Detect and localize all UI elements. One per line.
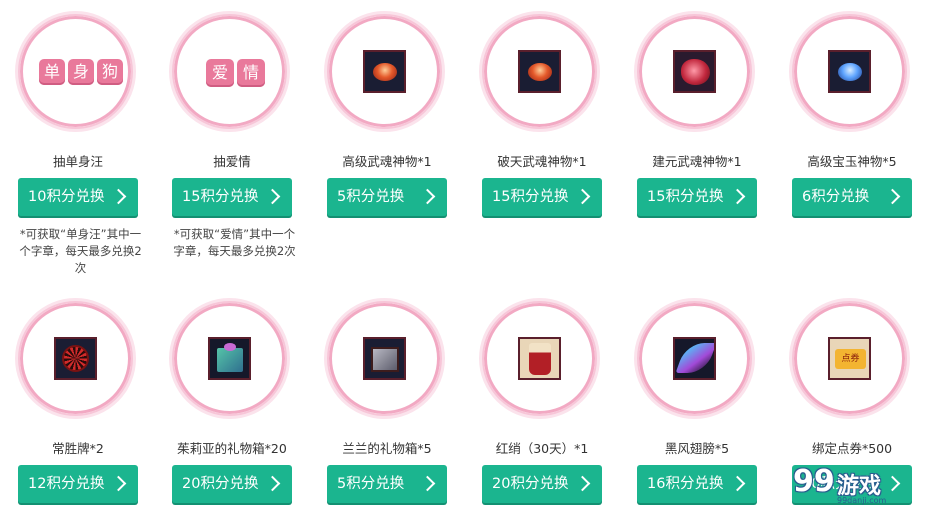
exchange-label: 20积分兑换 [492, 476, 569, 492]
exchange-button[interactable]: 10积分兑换 [18, 178, 138, 216]
chevron-right-icon [574, 475, 591, 492]
character-tiles: 爱 情 [206, 59, 265, 87]
chevron-right-icon [110, 475, 127, 492]
reward-note: *可获取“单身汪”其中一个字章，每天最多兑换2次 [19, 227, 142, 275]
exchange-label: 15积分兑换 [647, 189, 724, 205]
chevron-right-icon [884, 188, 901, 205]
coupon-icon: 点券 [828, 337, 871, 380]
exchange-button[interactable]: 12积分兑换 [18, 465, 138, 503]
rose-icon [673, 50, 716, 93]
exchange-button[interactable]: 15积分兑换 [637, 178, 757, 216]
reward-image-frame: 单 身 狗 [18, 14, 133, 129]
exchange-button[interactable]: 10积分兑换 [792, 465, 912, 503]
reward-image-frame [172, 301, 287, 416]
exchange-button[interactable]: 20积分兑换 [482, 465, 602, 503]
exchange-label: 20积分兑换 [182, 476, 259, 492]
reward-name: 高级武魂神物*1 [342, 154, 432, 169]
exchange-label: 5积分兑换 [337, 476, 405, 492]
reward-image-frame [327, 301, 442, 416]
exchange-button[interactable]: 15积分兑换 [172, 178, 292, 216]
char-tile: 狗 [97, 59, 123, 85]
reward-image-frame [482, 14, 597, 129]
reward-note: *可获取“爱情”其中一个字章，每天最多兑换2次 [173, 227, 296, 258]
reward-name: 高级宝玉神物*5 [807, 154, 897, 169]
coupon-label: 点券 [835, 349, 866, 369]
reward-image-frame [792, 14, 907, 129]
blue-disc-icon [828, 50, 871, 93]
chevron-right-icon [729, 475, 746, 492]
gift-box-icon [208, 337, 251, 380]
reward-image-frame [482, 301, 597, 416]
fire-disc-icon [518, 50, 561, 93]
reward-name: 破天武魂神物*1 [497, 154, 587, 169]
char-tile: 情 [237, 59, 265, 87]
chevron-right-icon [264, 475, 281, 492]
exchange-label: 5积分兑换 [337, 189, 405, 205]
exchange-label: 10积分兑换 [28, 189, 105, 205]
reward-grid: 单 身 狗 抽单身汪 10积分兑换 *可获取“单身汪”其中一个字章，每天最多兑换… [0, 0, 931, 523]
chevron-right-icon [419, 475, 436, 492]
char-tile: 爱 [206, 59, 234, 87]
exchange-label: 12积分兑换 [28, 476, 105, 492]
char-tile: 身 [68, 59, 94, 85]
wheel-icon [54, 337, 97, 380]
reward-name: 建元武魂神物*1 [652, 154, 742, 169]
reward-name: 绑定点券*500 [811, 441, 893, 456]
reward-name: 红绡（30天）*1 [495, 441, 589, 456]
reward-image-frame [327, 14, 442, 129]
chevron-right-icon [884, 475, 901, 492]
exchange-button[interactable]: 6积分兑换 [792, 178, 912, 216]
chevron-right-icon [264, 188, 281, 205]
chevron-right-icon [729, 188, 746, 205]
exchange-button[interactable]: 5积分兑换 [327, 178, 447, 216]
reward-image-frame [18, 301, 133, 416]
reward-name: 抽单身汪 [52, 154, 103, 169]
chevron-right-icon [574, 188, 591, 205]
crate-icon [363, 337, 406, 380]
exchange-label: 15积分兑换 [182, 189, 259, 205]
char-tile: 单 [39, 59, 65, 85]
reward-name: 茱莉亚的礼物箱*20 [177, 441, 287, 456]
exchange-label: 10积分兑换 [802, 476, 879, 492]
chevron-right-icon [419, 188, 436, 205]
reward-name: 常胜牌*2 [52, 441, 104, 456]
exchange-label: 16积分兑换 [647, 476, 724, 492]
reward-image-frame: 爱 情 [172, 14, 287, 129]
exchange-button[interactable]: 15积分兑换 [482, 178, 602, 216]
reward-name: 黑风翅膀*5 [664, 441, 730, 456]
character-tiles: 单 身 狗 [39, 59, 123, 85]
exchange-label: 6积分兑换 [802, 189, 870, 205]
exchange-label: 15积分兑换 [492, 189, 569, 205]
wing-icon [673, 337, 716, 380]
reward-name: 抽爱情 [213, 154, 251, 169]
robe-icon [518, 337, 561, 380]
red-disc-icon [363, 50, 406, 93]
exchange-button[interactable]: 5积分兑换 [327, 465, 447, 503]
reward-image-frame: 点券 [792, 301, 907, 416]
reward-image-frame [637, 301, 752, 416]
exchange-button[interactable]: 16积分兑换 [637, 465, 757, 503]
reward-image-frame [637, 14, 752, 129]
reward-name: 兰兰的礼物箱*5 [342, 441, 432, 456]
chevron-right-icon [110, 188, 127, 205]
exchange-button[interactable]: 20积分兑换 [172, 465, 292, 503]
